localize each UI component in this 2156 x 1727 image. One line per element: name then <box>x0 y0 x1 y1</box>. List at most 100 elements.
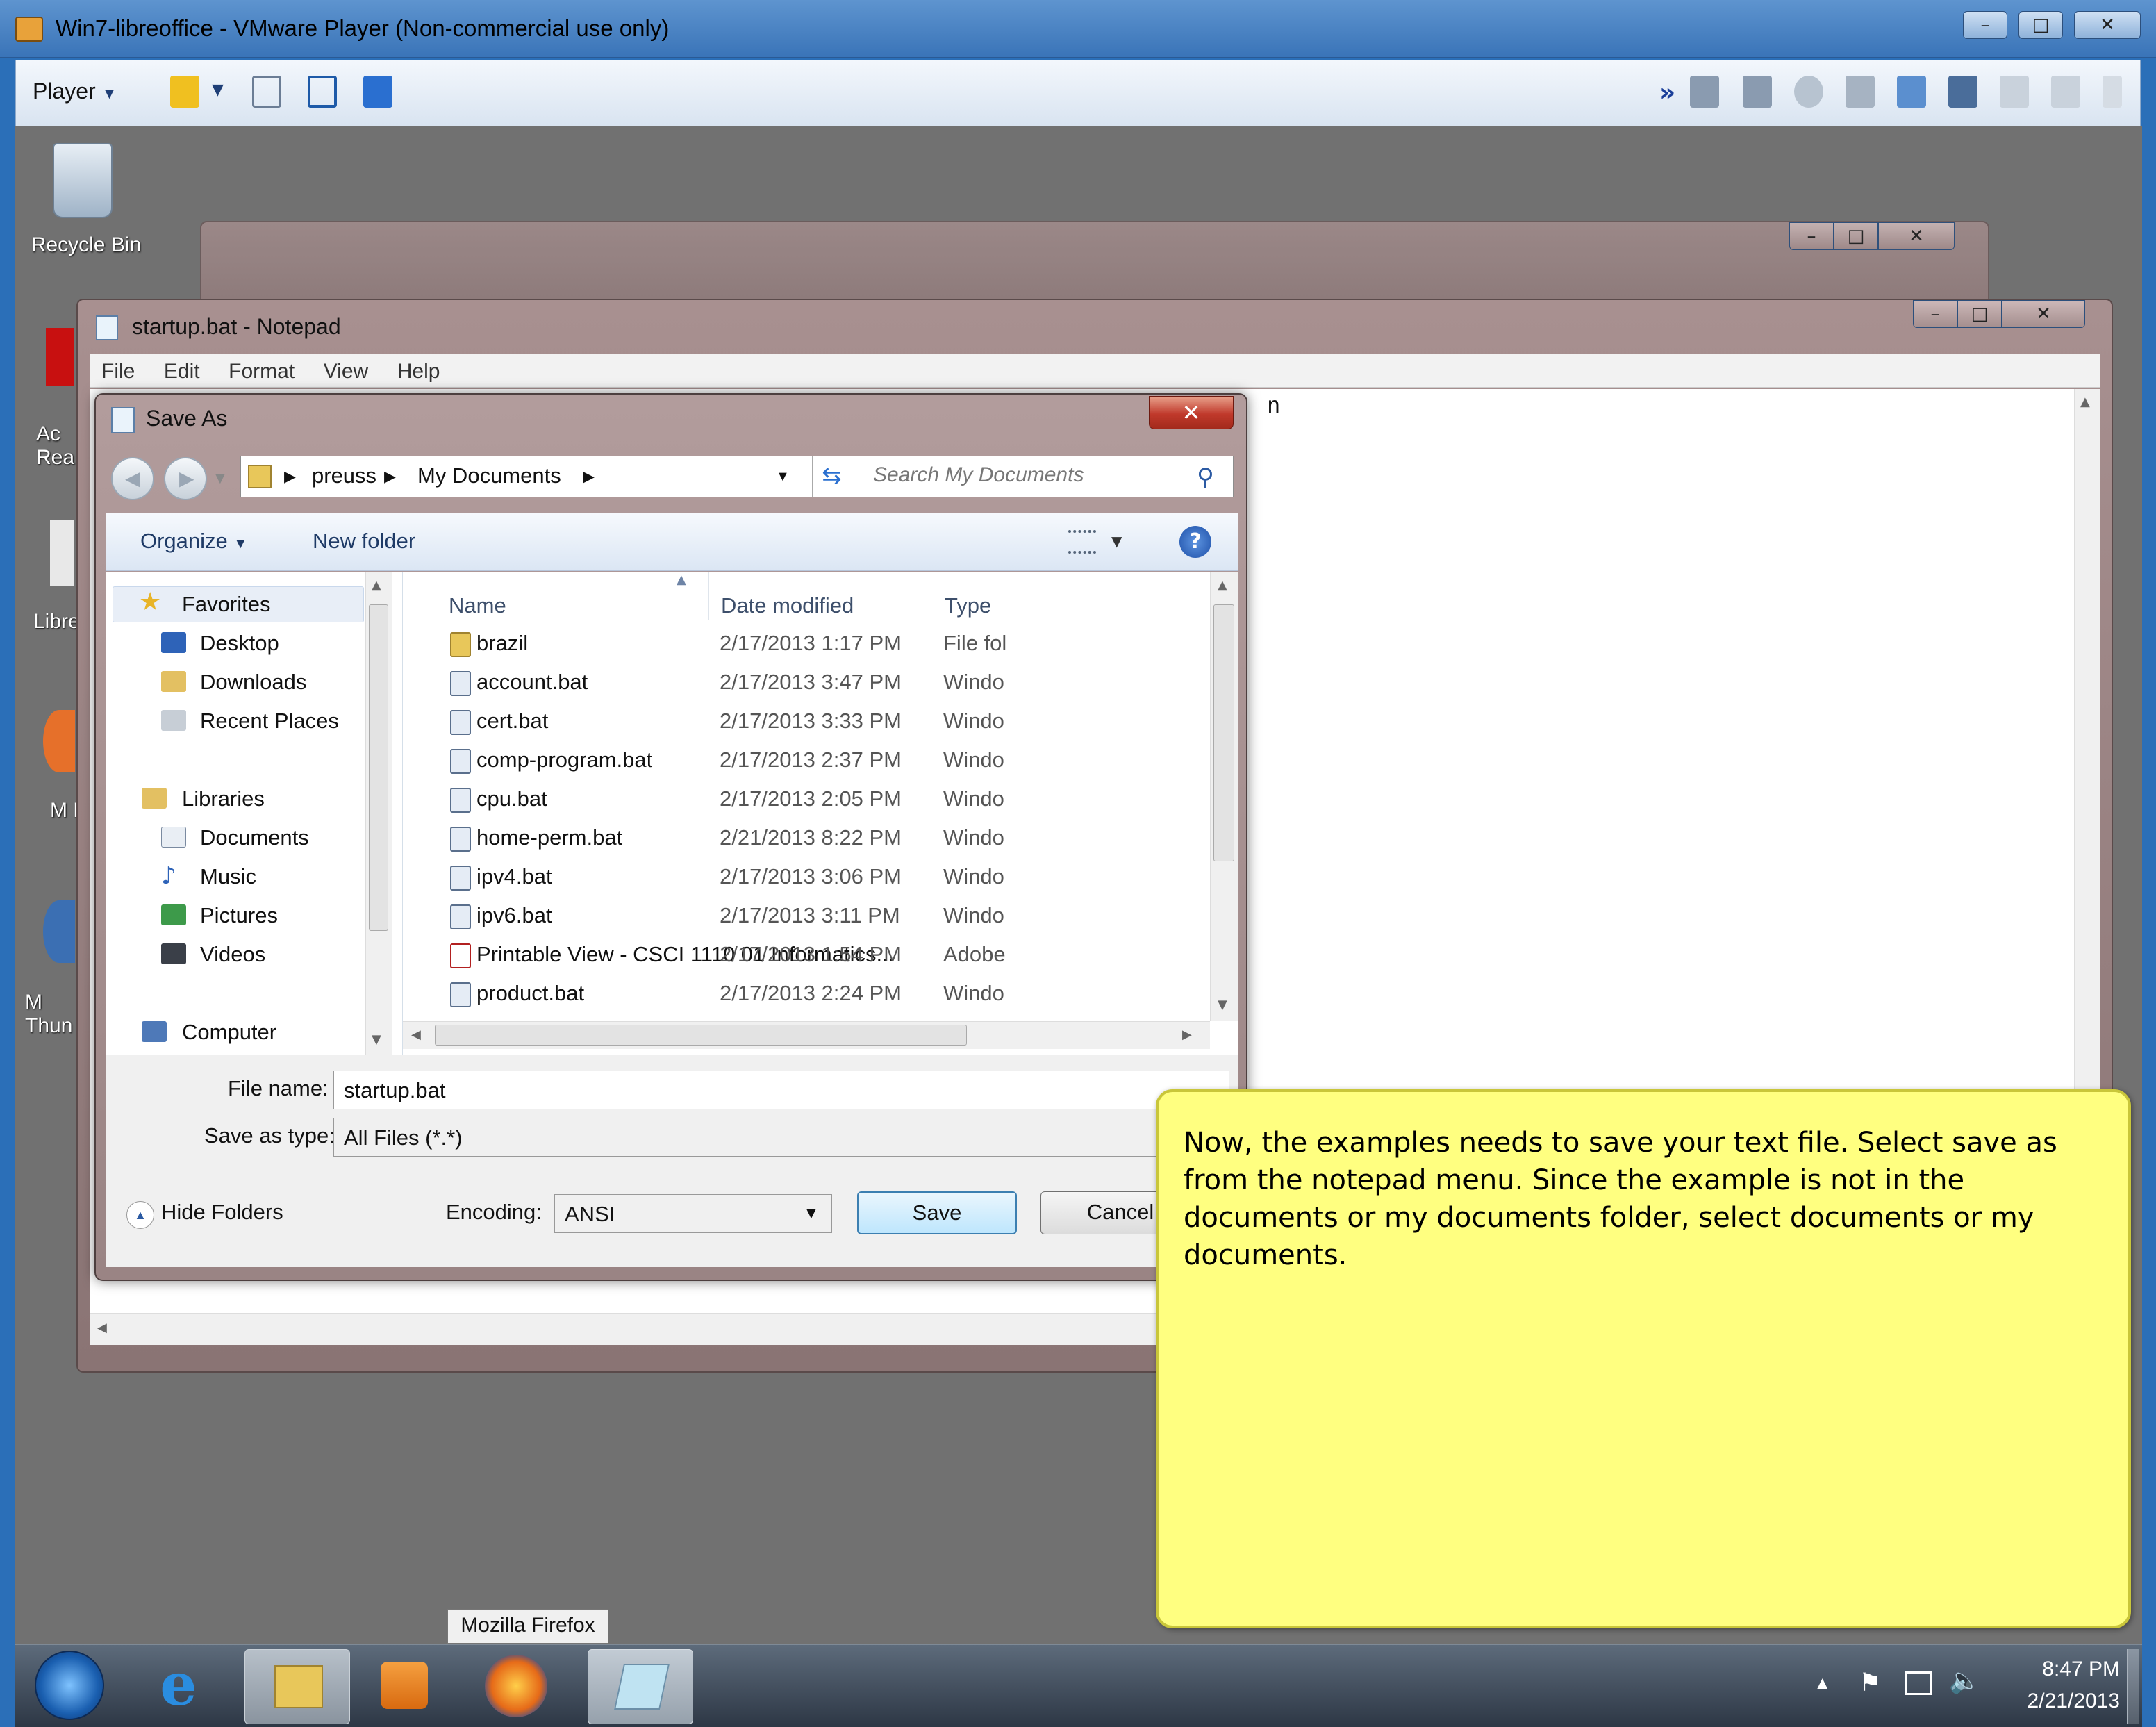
acrobat-reader-icon[interactable] <box>46 328 74 386</box>
send-ctrl-alt-del-icon[interactable] <box>252 76 281 108</box>
hide-folders-button[interactable]: ▲ Hide Folders <box>126 1200 283 1229</box>
unity-icon[interactable] <box>363 76 392 108</box>
notepad-minimize-button[interactable]: – <box>1913 300 1957 328</box>
menu-format[interactable]: Format <box>229 360 295 383</box>
internet-explorer-icon[interactable]: e <box>147 1653 210 1716</box>
new-folder-button[interactable]: New folder <box>313 529 415 554</box>
view-options-icon[interactable] <box>1068 530 1096 554</box>
show-desktop-button[interactable] <box>2127 1649 2139 1724</box>
column-name[interactable]: Name <box>449 593 506 618</box>
back-button[interactable]: ◀ <box>111 457 154 500</box>
save-as-close-button[interactable]: ✕ <box>1149 396 1234 429</box>
vm-minimize-button[interactable]: – <box>1963 11 2007 39</box>
breadcrumb-separator-icon[interactable]: ▶ <box>384 468 396 486</box>
nav-pictures[interactable]: Pictures <box>200 903 278 928</box>
nav-scroll-thumb[interactable] <box>369 604 388 931</box>
scroll-up-icon[interactable]: ▲ <box>1218 578 1227 593</box>
display-icon[interactable] <box>2051 76 2080 108</box>
nav-recent-places[interactable]: Recent Places <box>200 709 339 734</box>
volume-icon[interactable]: 🔈 <box>1949 1666 1980 1695</box>
list-item[interactable]: home-perm.bat 2/21/2013 8:22 PM Windo <box>403 820 1188 859</box>
scroll-down-icon[interactable]: ▼ <box>372 1032 381 1047</box>
explorer-close-button[interactable]: ✕ <box>1878 222 1955 250</box>
nav-music[interactable]: Music <box>200 864 256 889</box>
breadcrumb-separator-icon[interactable]: ▶ <box>583 468 595 486</box>
libreoffice-icon[interactable] <box>50 520 74 586</box>
forward-button[interactable]: ▶ <box>164 457 207 500</box>
save-button[interactable]: Save <box>857 1191 1017 1234</box>
list-item[interactable]: cpu.bat 2/17/2013 2:05 PM Windo <box>403 781 1188 820</box>
nav-documents[interactable]: Documents <box>200 825 309 850</box>
menu-file[interactable]: File <box>101 360 135 383</box>
organize-button[interactable]: Organize ▼ <box>140 529 247 554</box>
explorer-minimize-button[interactable]: – <box>1789 222 1834 250</box>
pause-icon[interactable] <box>170 76 199 108</box>
list-item[interactable]: Printable View - CSCI 1110 01 Informatic… <box>403 936 1188 975</box>
show-hidden-icons-icon[interactable]: ▲ <box>1817 1674 1827 1691</box>
menu-help[interactable]: Help <box>397 360 440 383</box>
taskbar-notepad-button[interactable] <box>588 1649 693 1724</box>
list-item[interactable]: product.bat 2/17/2013 2:24 PM Windo <box>403 975 1188 1014</box>
help-icon[interactable]: ? <box>1179 526 1211 558</box>
network-icon[interactable] <box>1897 76 1926 108</box>
floppy-icon[interactable] <box>1846 76 1875 108</box>
scroll-up-icon[interactable]: ▲ <box>372 578 381 593</box>
list-item[interactable]: account.bat 2/17/2013 3:47 PM Windo <box>403 664 1188 703</box>
firefox-icon[interactable] <box>43 710 75 772</box>
vm-close-button[interactable]: ✕ <box>2074 11 2141 39</box>
usb-icon[interactable] <box>2103 76 2122 108</box>
nav-scrollbar[interactable]: ▲ ▼ <box>365 572 392 1055</box>
list-scroll-thumb[interactable] <box>1213 604 1234 861</box>
search-icon[interactable]: ⚲ <box>1197 463 1214 491</box>
menu-edit[interactable]: Edit <box>164 360 200 383</box>
hard-disk-2-icon[interactable] <box>1743 76 1772 108</box>
recycle-bin-icon[interactable] <box>53 143 113 218</box>
pause-dropdown-icon[interactable]: ▼ <box>212 81 224 99</box>
breadcrumb-separator-icon[interactable]: ▶ <box>284 468 296 486</box>
encoding-select[interactable]: ANSI ▼ <box>554 1194 832 1233</box>
file-name-input[interactable]: startup.bat <box>333 1071 1229 1109</box>
notepad-maximize-button[interactable]: □ <box>1957 300 2002 328</box>
scroll-down-icon[interactable]: ▼ <box>1218 998 1227 1012</box>
player-menu-button[interactable]: Player ▼ <box>33 78 117 104</box>
list-hscroll-thumb[interactable] <box>435 1025 967 1046</box>
list-item[interactable]: ipv4.bat 2/17/2013 3:06 PM Windo <box>403 859 1188 898</box>
scroll-left-icon[interactable]: ◀ <box>97 1321 107 1335</box>
media-player-icon[interactable] <box>381 1662 428 1709</box>
list-item[interactable]: cert.bat 2/17/2013 3:33 PM Windo <box>403 703 1188 742</box>
refresh-icon[interactable]: ⇆ <box>812 456 851 497</box>
sound-icon[interactable] <box>1948 76 1977 108</box>
address-bar[interactable]: ▶ preuss ▶ My Documents ▶ ▼ ⇆ <box>240 456 893 497</box>
nav-desktop[interactable]: Desktop <box>200 631 279 656</box>
list-item[interactable]: comp-program.bat 2/17/2013 2:37 PM Windo <box>403 742 1188 781</box>
thunderbird-icon[interactable] <box>43 900 75 963</box>
recent-locations-icon[interactable]: ▼ <box>215 471 225 486</box>
vm-maximize-button[interactable]: □ <box>2018 11 2063 39</box>
nav-videos[interactable]: Videos <box>200 942 265 967</box>
save-as-type-select[interactable]: All Files (*.*) <box>333 1118 1229 1157</box>
hard-disk-icon[interactable] <box>1690 76 1719 108</box>
nav-downloads[interactable]: Downloads <box>200 670 306 695</box>
nav-libraries[interactable]: Libraries <box>182 786 265 811</box>
list-item[interactable]: ipv6.bat 2/17/2013 3:11 PM Windo <box>403 898 1188 936</box>
view-dropdown-icon[interactable]: ▼ <box>1111 533 1122 550</box>
breadcrumb-my-documents[interactable]: My Documents <box>417 463 561 488</box>
notepad-close-button[interactable]: ✕ <box>2002 300 2085 328</box>
clock-date[interactable]: 2/21/2013 <box>2002 1689 2120 1713</box>
scroll-right-icon[interactable]: ▶ <box>1182 1027 1192 1042</box>
breadcrumb-preuss[interactable]: preuss <box>312 463 376 488</box>
menu-view[interactable]: View <box>324 360 368 383</box>
more-devices-icon[interactable]: » <box>1659 78 1675 107</box>
list-horizontal-scrollbar[interactable]: ◀ ▶ <box>403 1021 1210 1049</box>
clock-time[interactable]: 8:47 PM <box>2016 1658 2120 1681</box>
taskbar-explorer-button[interactable] <box>244 1649 350 1724</box>
fullscreen-icon[interactable] <box>308 76 337 108</box>
list-item[interactable]: brazil 2/17/2013 1:17 PM File fol <box>403 625 1188 664</box>
address-dropdown-icon[interactable]: ▼ <box>776 469 790 485</box>
firefox-icon[interactable] <box>485 1655 547 1717</box>
column-date-modified[interactable]: Date modified <box>721 593 854 618</box>
scroll-left-icon[interactable]: ◀ <box>411 1027 421 1042</box>
nav-computer[interactable]: Computer <box>182 1020 276 1045</box>
printer-icon[interactable] <box>2000 76 2029 108</box>
network-icon[interactable] <box>1905 1671 1932 1695</box>
